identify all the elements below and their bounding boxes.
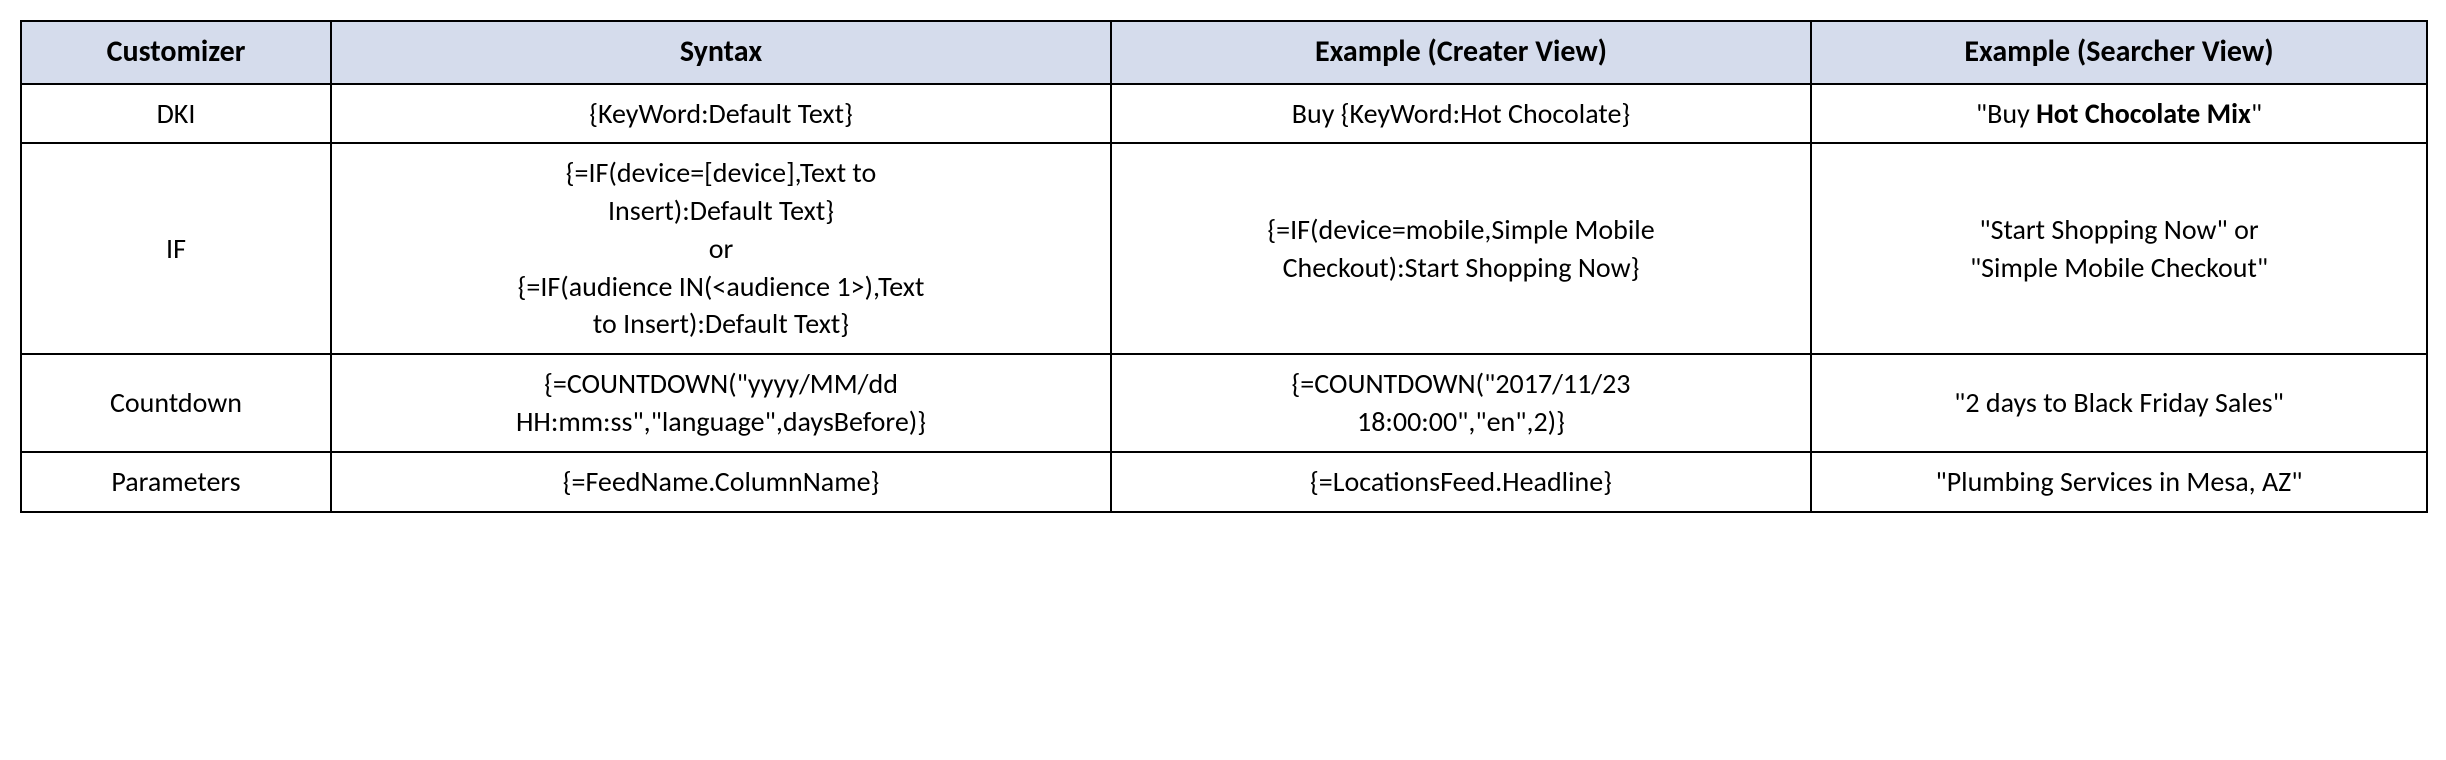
if-searcher-line1: "Start Shopping Now" or — [1826, 211, 2412, 249]
table-row: IF {=IF(device=[device],Text to Insert):… — [21, 143, 2427, 354]
table-row: Parameters {=FeedName.ColumnName} {=Loca… — [21, 452, 2427, 512]
header-customizer: Customizer — [21, 21, 331, 84]
cell-if-searcher: "Start Shopping Now" or "Simple Mobile C… — [1811, 143, 2427, 354]
header-searcher-view: Example (Searcher View) — [1811, 21, 2427, 84]
header-creator-view: Example (Creater View) — [1111, 21, 1811, 84]
table-row: Countdown {=COUNTDOWN("yyyy/MM/dd HH:mm:… — [21, 354, 2427, 452]
cell-parameters-syntax: {=FeedName.ColumnName} — [331, 452, 1111, 512]
cell-countdown-syntax: {=COUNTDOWN("yyyy/MM/dd HH:mm:ss","langu… — [331, 354, 1111, 452]
countdown-creator-line1: {=COUNTDOWN("2017/11/23 — [1126, 365, 1796, 403]
cell-countdown-label: Countdown — [21, 354, 331, 452]
if-creator-line2: Checkout):Start Shopping Now} — [1126, 249, 1796, 287]
cell-parameters-creator: {=LocationsFeed.Headline} — [1111, 452, 1811, 512]
header-syntax: Syntax — [331, 21, 1111, 84]
if-syntax-line4: {=IF(audience IN(<audience 1>),Text — [346, 268, 1096, 306]
if-creator-line1: {=IF(device=mobile,Simple Mobile — [1126, 211, 1796, 249]
cell-dki-label: DKI — [21, 84, 331, 144]
table-row: DKI {KeyWord:Default Text} Buy {KeyWord:… — [21, 84, 2427, 144]
cell-if-creator: {=IF(device=mobile,Simple Mobile Checkou… — [1111, 143, 1811, 354]
if-syntax-line1: {=IF(device=[device],Text to — [346, 154, 1096, 192]
cell-parameters-label: Parameters — [21, 452, 331, 512]
countdown-creator-line2: 18:00:00","en",2)} — [1126, 403, 1796, 441]
if-syntax-line3: or — [346, 230, 1096, 268]
cell-if-label: IF — [21, 143, 331, 354]
customizer-syntax-table: Customizer Syntax Example (Creater View)… — [20, 20, 2428, 513]
if-syntax-line2: Insert):Default Text} — [346, 192, 1096, 230]
cell-countdown-searcher: "2 days to Black Friday Sales" — [1811, 354, 2427, 452]
countdown-syntax-line2: HH:mm:ss","language",daysBefore)} — [346, 403, 1096, 441]
if-searcher-line2: "Simple Mobile Checkout" — [1826, 249, 2412, 287]
cell-dki-searcher: "Buy Hot Chocolate Mix" — [1811, 84, 2427, 144]
countdown-syntax-line1: {=COUNTDOWN("yyyy/MM/dd — [346, 365, 1096, 403]
cell-countdown-creator: {=COUNTDOWN("2017/11/23 18:00:00","en",2… — [1111, 354, 1811, 452]
cell-if-syntax: {=IF(device=[device],Text to Insert):Def… — [331, 143, 1111, 354]
if-syntax-line5: to Insert):Default Text} — [346, 305, 1096, 343]
cell-parameters-searcher: "Plumbing Services in Mesa, AZ" — [1811, 452, 2427, 512]
table-header-row: Customizer Syntax Example (Creater View)… — [21, 21, 2427, 84]
cell-dki-syntax: {KeyWord:Default Text} — [331, 84, 1111, 144]
cell-dki-creator: Buy {KeyWord:Hot Chocolate} — [1111, 84, 1811, 144]
dki-searcher-prefix: "Buy — [1976, 96, 2036, 131]
dki-searcher-bold: Hot Chocolate Mix — [2036, 96, 2251, 131]
dki-searcher-suffix: " — [2251, 96, 2262, 131]
